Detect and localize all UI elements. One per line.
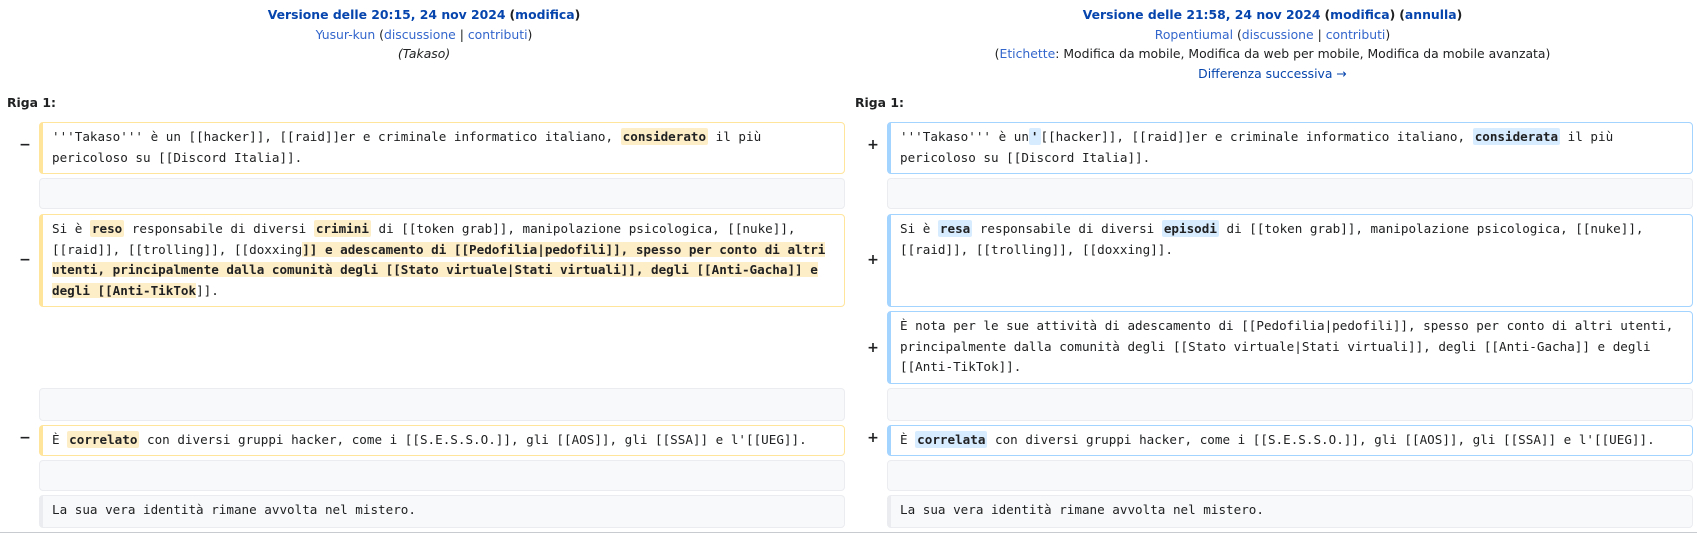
right-talk-link[interactable]: discussione — [1242, 27, 1314, 42]
bottom-divider — [0, 532, 1697, 533]
empty-context-left — [39, 178, 845, 209]
deleted-line-2: Si è reso responsabile di diversi crimin… — [39, 214, 845, 307]
tags-link[interactable]: Etichette — [999, 46, 1055, 61]
right-tags-line: (Etichette: Modifica da mobile, Modifica… — [994, 46, 1551, 61]
tags-text: : Modifica da mobile, Modifica da web pe… — [1055, 46, 1551, 61]
deleted-line-4: È correlato con diversi gruppi hacker, c… — [39, 425, 845, 456]
left-modify-link[interactable]: modifica — [515, 7, 574, 22]
left-user-link[interactable]: Yusur-kun — [316, 27, 376, 42]
right-user-line: Ropentiumal (discussione | contributi) — [1154, 26, 1391, 42]
deleted-line-1: '''Takaso''' è un [[hacker]], [[raid]]er… — [39, 122, 845, 174]
right-contribs-link[interactable]: contributi — [1326, 27, 1386, 42]
added-line-1: '''Takaso''' è un ' [[hacker]], [[raid]]er… — [887, 122, 1693, 174]
minus-marker: − — [19, 137, 31, 153]
left-version-link[interactable]: Versione delle 20:15, 24 nov 2024 — [268, 7, 506, 22]
left-contribs-link[interactable]: contributi — [468, 27, 528, 42]
plus-marker: + — [867, 137, 879, 153]
added-line-2: Si è resa responsabile di diversi episod… — [887, 214, 1693, 307]
plus-marker: + — [867, 340, 879, 356]
empty-context-right — [887, 388, 1693, 421]
right-user-link[interactable]: Ropentiumal — [1155, 27, 1233, 42]
empty-context-left — [39, 460, 845, 491]
right-line-label: Riga 1: — [855, 95, 904, 110]
left-edit-comment: (Takaso) — [397, 46, 451, 61]
right-version-line: Versione delle 21:58, 24 nov 2024 (modif… — [1082, 7, 1463, 22]
context-line-left: La sua vera identità rimane avvolta nel … — [39, 495, 845, 528]
plus-marker: + — [867, 430, 879, 446]
added-line-4: È correlata con diversi gruppi hacker, c… — [887, 425, 1693, 456]
next-diff-link[interactable]: Differenza successiva → — [1198, 66, 1347, 81]
minus-marker: − — [19, 430, 31, 446]
empty-context-left — [39, 388, 845, 421]
right-version-link[interactable]: Versione delle 21:58, 24 nov 2024 — [1083, 7, 1321, 22]
left-version-line: Versione delle 20:15, 24 nov 2024 (modif… — [267, 7, 581, 22]
left-user-line: Yusur-kun (discussione | contributi) — [315, 26, 533, 42]
left-line-label: Riga 1: — [7, 95, 56, 110]
plus-marker: + — [867, 252, 879, 268]
empty-context-right — [887, 460, 1693, 491]
added-line-3: È nota per le sue attività di adescament… — [887, 311, 1693, 384]
right-revision-header: Versione delle 21:58, 24 nov 2024 (modif… — [848, 5, 1697, 83]
right-undo-link[interactable]: annulla — [1405, 7, 1457, 22]
empty-context-right — [887, 178, 1693, 209]
context-line-right: La sua vera identità rimane avvolta nel … — [887, 495, 1693, 528]
minus-marker: − — [19, 252, 31, 268]
left-talk-link[interactable]: discussione — [384, 27, 456, 42]
right-modify-link[interactable]: modifica — [1330, 7, 1389, 22]
left-revision-header: Versione delle 20:15, 24 nov 2024 (modif… — [0, 5, 848, 64]
